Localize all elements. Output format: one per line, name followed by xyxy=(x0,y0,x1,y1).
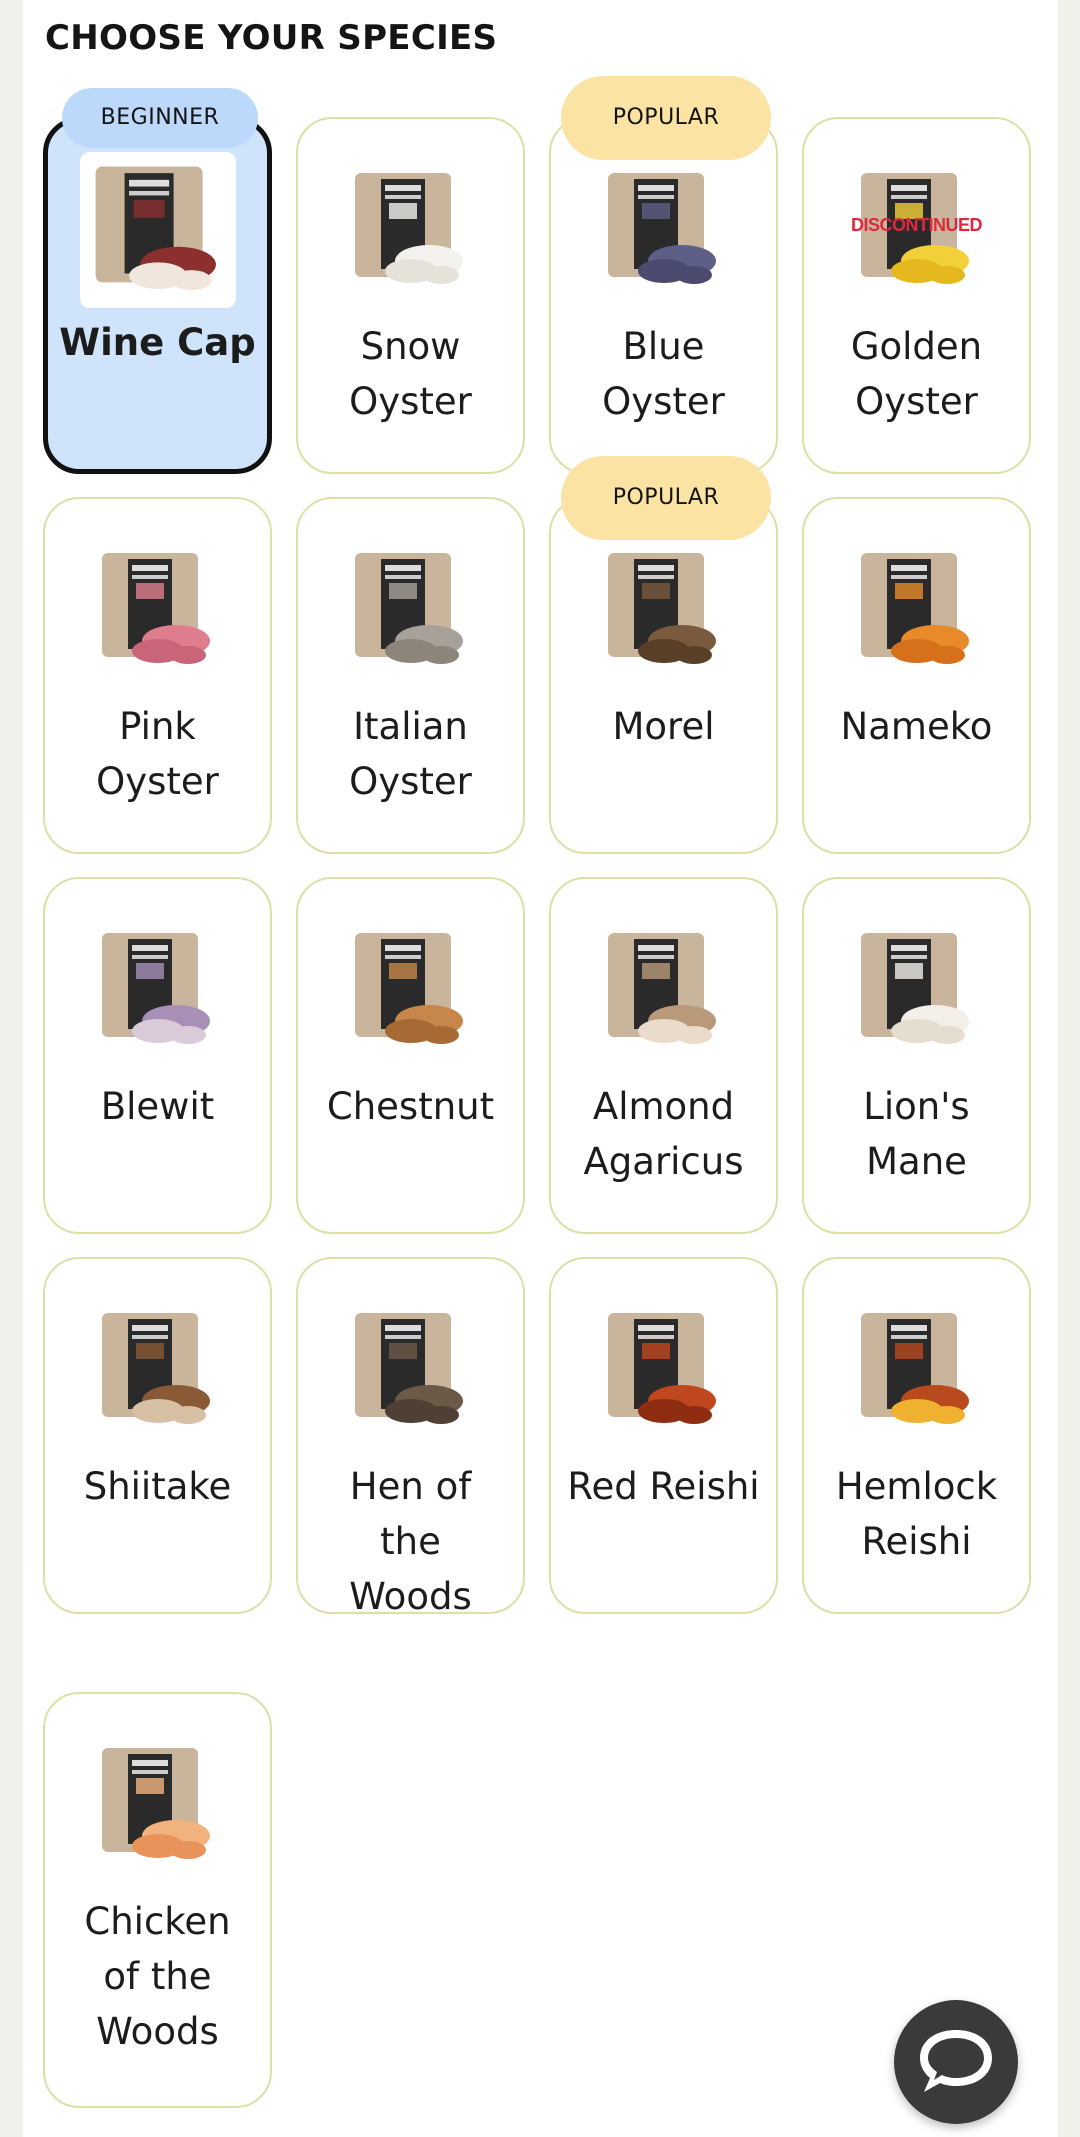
species-card-hen-of-the-woods[interactable]: Hen of the Woods xyxy=(296,1257,525,1618)
species-image xyxy=(847,547,987,673)
species-name: Lion's Mane xyxy=(863,1085,970,1183)
species-name: Almond Agaricus xyxy=(583,1085,744,1183)
chat-button[interactable] xyxy=(894,2000,1018,2124)
species-name: Snow Oyster xyxy=(349,325,472,423)
species-name: Shiitake xyxy=(83,1465,232,1508)
species-card-snow-oyster[interactable]: Snow Oyster xyxy=(296,117,525,474)
species-name: Chestnut xyxy=(326,1085,495,1128)
species-card-red-reishi[interactable]: Red Reishi xyxy=(549,1257,778,1614)
species-name: Nameko xyxy=(840,705,993,748)
species-image xyxy=(847,1307,987,1433)
species-card-golden-oyster[interactable]: DISCONTINUED Golden Oyster xyxy=(802,117,1031,474)
species-name: Pink Oyster xyxy=(96,705,219,803)
species-name: Morel xyxy=(612,705,715,748)
species-image xyxy=(594,547,734,673)
species-image xyxy=(341,547,481,673)
species-name: Italian Oyster xyxy=(349,705,472,803)
species-image xyxy=(341,927,481,1053)
species-card-blewit[interactable]: Blewit xyxy=(43,877,272,1234)
species-name: Blewit xyxy=(100,1085,215,1128)
species-card-blue-oyster[interactable]: Blue Oyster xyxy=(549,117,778,474)
species-card-lion-s-mane[interactable]: Lion's Mane xyxy=(802,877,1031,1234)
species-card-hemlock-reishi[interactable]: Hemlock Reishi xyxy=(802,1257,1031,1614)
discontinued-label: DISCONTINUED xyxy=(850,215,983,235)
species-image xyxy=(88,1307,228,1433)
species-image xyxy=(594,167,734,293)
species-image xyxy=(594,1307,734,1433)
species-image xyxy=(341,1307,481,1433)
species-image xyxy=(79,152,236,308)
species-image xyxy=(847,927,987,1053)
species-image xyxy=(88,927,228,1053)
species-image xyxy=(88,547,228,673)
species-card-shiitake[interactable]: Shiitake xyxy=(43,1257,272,1614)
beginner-badge: BEGINNER xyxy=(62,88,258,148)
species-card-wine-cap[interactable]: Wine Cap xyxy=(43,117,272,474)
species-card-italian-oyster[interactable]: Italian Oyster xyxy=(296,497,525,854)
species-card-pink-oyster[interactable]: Pink Oyster xyxy=(43,497,272,854)
species-card-chicken-of-the-woods[interactable]: Chicken of the Woods xyxy=(43,1692,272,2108)
species-card-morel[interactable]: Morel xyxy=(549,497,778,854)
species-name: Golden Oyster xyxy=(850,325,983,423)
species-name: Hemlock Reishi xyxy=(835,1465,998,1563)
page-title: CHOOSE YOUR SPECIES xyxy=(45,18,498,58)
species-image xyxy=(341,167,481,293)
chat-bubble-icon xyxy=(920,2030,992,2092)
species-name: Blue Oyster xyxy=(602,325,725,423)
species-card-almond-agaricus[interactable]: Almond Agaricus xyxy=(549,877,778,1234)
species-card-chestnut[interactable]: Chestnut xyxy=(296,877,525,1234)
popular-badge: POPULAR xyxy=(561,456,771,540)
popular-badge: POPULAR xyxy=(561,76,771,160)
species-name: Hen of the Woods xyxy=(349,1465,472,1618)
species-name: Chicken of the Woods xyxy=(84,1900,231,2053)
species-name: Wine Cap xyxy=(59,321,256,364)
species-image xyxy=(594,927,734,1053)
species-card-nameko[interactable]: Nameko xyxy=(802,497,1031,854)
species-image xyxy=(88,1742,228,1868)
species-name: Red Reishi xyxy=(567,1465,760,1508)
